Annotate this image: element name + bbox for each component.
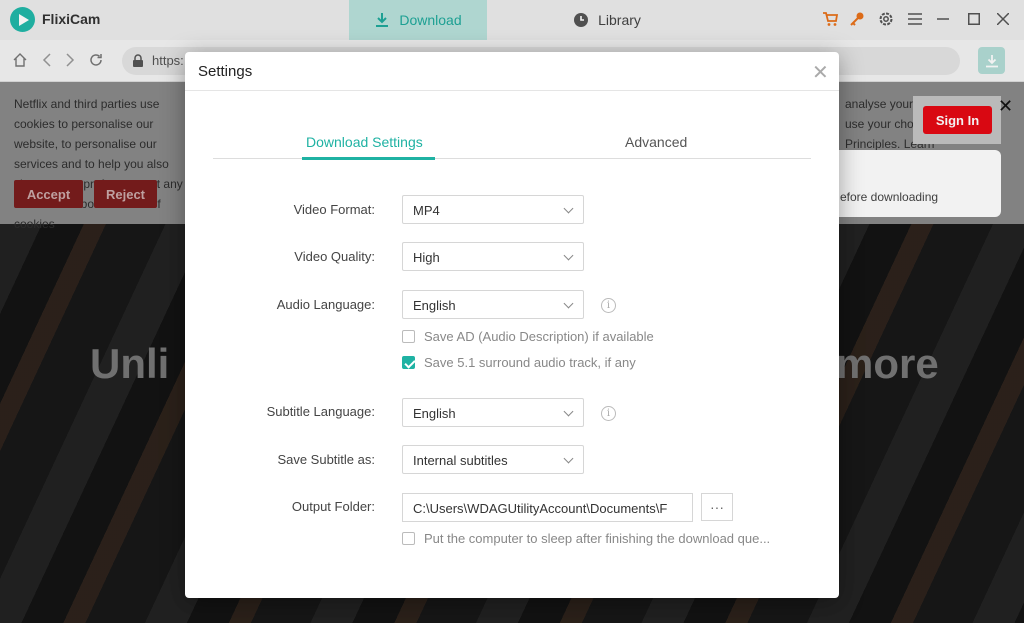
video-format-label: Video Format: [293,202,375,217]
dialog-close-icon[interactable]: ✕ [812,60,829,85]
output-folder-label: Output Folder: [291,499,375,514]
video-quality-label: Video Quality: [294,249,375,264]
subtitle-language-label: Subtitle Language: [266,404,375,419]
dialog-title: Settings [198,63,253,80]
video-quality-select[interactable]: High [402,242,584,271]
subtitle-language-value: English [413,406,456,421]
video-format-value: MP4 [413,203,440,218]
browse-folder-button[interactable]: ··· [701,493,733,521]
chevron-down-icon [563,453,574,464]
save-51-label: Save 5.1 surround audio track, if any [424,355,636,370]
save-ad-checkbox[interactable] [402,330,415,343]
save-subtitle-label: Save Subtitle as: [277,452,375,467]
chevron-down-icon [563,406,574,417]
save-ad-label: Save AD (Audio Description) if available [424,329,654,344]
save-51-checkbox[interactable] [402,356,415,369]
sleep-checkbox[interactable] [402,532,415,545]
dialog-header: Settings ✕ [185,52,839,91]
subtitle-info-icon[interactable]: i [601,406,616,421]
audio-info-icon[interactable]: i [601,298,616,313]
tab-download-settings[interactable]: Download Settings [306,134,423,150]
video-quality-value: High [413,250,440,265]
video-format-select[interactable]: MP4 [402,195,584,224]
audio-language-label: Audio Language: [276,297,375,312]
tab-advanced[interactable]: Advanced [625,134,687,150]
save-subtitle-select[interactable]: Internal subtitles [402,445,584,474]
audio-language-value: English [413,298,456,313]
sleep-option[interactable]: Put the computer to sleep after finishin… [402,531,770,546]
subtitle-language-select[interactable]: English [402,398,584,427]
settings-dialog: Settings ✕ Download Settings Advanced Vi… [185,52,839,598]
save-51-option[interactable]: Save 5.1 surround audio track, if any [402,355,636,370]
active-tab-indicator [302,157,435,160]
output-folder-path: C:\Users\WDAGUtilityAccount\Documents\F [413,501,668,516]
save-subtitle-value: Internal subtitles [413,453,508,468]
chevron-down-icon [563,250,574,261]
output-folder-input[interactable]: C:\Users\WDAGUtilityAccount\Documents\F [402,493,693,522]
save-ad-option[interactable]: Save AD (Audio Description) if available [402,329,654,344]
chevron-down-icon [563,298,574,309]
audio-language-select[interactable]: English [402,290,584,319]
chevron-down-icon [563,203,574,214]
sleep-label: Put the computer to sleep after finishin… [424,531,771,546]
